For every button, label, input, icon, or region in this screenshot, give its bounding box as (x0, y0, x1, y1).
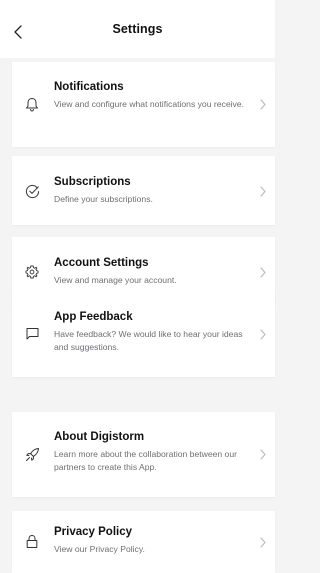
lock-icon (24, 533, 40, 549)
settings-item-app-feedback[interactable]: App Feedback Have feedback? We would lik… (12, 292, 275, 377)
item-description: View our Privacy Policy. (54, 544, 145, 554)
gear-icon (24, 264, 40, 280)
item-description: Have feedback? We would like to hear you… (54, 329, 243, 352)
item-description: View and manage your account. (54, 275, 177, 285)
item-title: Account Settings (54, 257, 149, 269)
settings-item-about-digistorm[interactable]: About Digistorm Learn more about the col… (12, 412, 275, 497)
chat-bubble-icon (24, 326, 40, 342)
item-description: Learn more about the collaboration betwe… (54, 449, 237, 472)
chevron-right-icon (259, 448, 267, 460)
check-circle-icon (24, 183, 40, 199)
item-title: Privacy Policy (54, 526, 132, 538)
header-bar: Settings (0, 0, 275, 58)
item-title: About Digistorm (54, 431, 145, 443)
item-title: App Feedback (54, 311, 133, 323)
settings-item-notifications[interactable]: Notifications View and configure what no… (12, 62, 275, 147)
item-description: Define your subscriptions. (54, 194, 153, 204)
bell-icon (24, 96, 40, 112)
settings-item-subscriptions[interactable]: Subscriptions Define your subscriptions. (12, 156, 275, 225)
chevron-right-icon (259, 185, 267, 197)
item-title: Notifications (54, 81, 124, 93)
settings-item-privacy-policy[interactable]: Privacy Policy View our Privacy Policy. (12, 511, 275, 573)
chevron-right-icon (259, 266, 267, 278)
chevron-right-icon (259, 98, 267, 110)
item-description: View and configure what notifications yo… (54, 99, 244, 109)
item-title: Subscriptions (54, 176, 131, 188)
page-title: Settings (112, 22, 163, 36)
rocket-icon (24, 446, 40, 462)
chevron-right-icon (259, 328, 267, 340)
chevron-right-icon (259, 536, 267, 548)
